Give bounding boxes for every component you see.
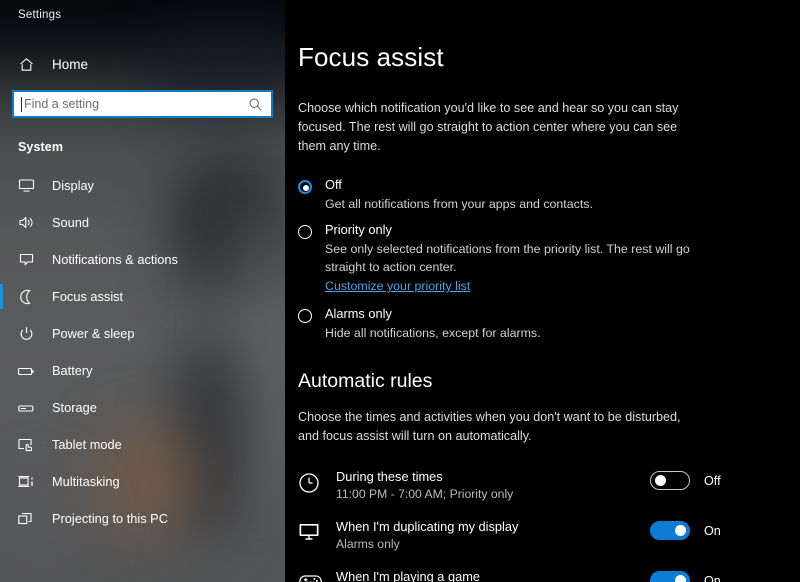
rule-control: Off <box>650 466 800 490</box>
rule-text: When I'm duplicating my display Alarms o… <box>336 516 650 552</box>
text-caret <box>21 96 22 112</box>
radio-description: Get all notifications from your apps and… <box>325 197 593 211</box>
toggle-knob <box>655 475 666 486</box>
power-icon <box>12 326 40 342</box>
sidebar-item-label: Tablet mode <box>52 437 122 452</box>
settings-window: Settings Home Find a setting System Disp… <box>0 0 800 582</box>
sidebar-item-display[interactable]: Display <box>0 167 285 204</box>
radio-option-off[interactable]: Off Get all notifications from your apps… <box>298 177 800 213</box>
rule-title: When I'm duplicating my display <box>336 519 519 534</box>
sidebar-item-label: Power & sleep <box>52 326 135 341</box>
search-container: Find a setting <box>0 81 285 118</box>
radio-description: See only selected notifications from the… <box>325 242 690 274</box>
radio-column <box>298 177 325 213</box>
automatic-rules-list: During these times 11:00 PM - 7:00 AM; P… <box>298 466 800 582</box>
tablet-icon <box>12 437 40 453</box>
monitor-icon <box>12 178 40 193</box>
sidebar-item-sound[interactable]: Sound <box>0 204 285 241</box>
sidebar-item-storage[interactable]: Storage <box>0 389 285 426</box>
sidebar-item-power-sleep[interactable]: Power & sleep <box>0 315 285 352</box>
rule-subtitle: 11:00 PM - 7:00 AM; Priority only <box>336 487 514 501</box>
rule-row-during-these-times[interactable]: During these times 11:00 PM - 7:00 AM; P… <box>298 466 800 516</box>
selection-indicator <box>0 284 3 309</box>
page-description: Choose which notification you'd like to … <box>298 101 679 153</box>
sidebar-item-home[interactable]: Home <box>0 47 285 81</box>
battery-icon <box>12 364 40 378</box>
rule-toggle[interactable] <box>650 571 690 582</box>
radio-body: Priority only See only selected notifica… <box>325 222 800 295</box>
sidebar-item-label: Projecting to this PC <box>52 511 168 526</box>
automatic-rules-title: Automatic rules <box>298 370 433 392</box>
rule-text: When I'm playing a game Priority only <box>336 566 650 582</box>
clock-icon <box>298 466 336 494</box>
notification-icon <box>12 252 40 267</box>
sidebar-item-tablet-mode[interactable]: Tablet mode <box>0 426 285 463</box>
moon-icon <box>12 289 40 305</box>
radio-button[interactable] <box>298 180 312 194</box>
toggle-state-label: On <box>704 573 721 582</box>
rule-title: During these times <box>336 469 443 484</box>
projecting-icon <box>12 511 40 527</box>
home-icon <box>12 56 40 73</box>
speaker-icon <box>12 215 40 230</box>
rule-control: On <box>650 516 800 540</box>
radio-column <box>298 222 325 295</box>
sidebar-item-label: Sound <box>52 215 90 230</box>
toggle-state-label: Off <box>704 473 721 488</box>
radio-label: Priority only <box>325 222 392 237</box>
radio-body: Alarms only Hide all notifications, exce… <box>325 306 800 342</box>
rule-toggle[interactable] <box>650 521 690 540</box>
sidebar-item-label: Multitasking <box>52 474 120 489</box>
window-title: Settings <box>18 9 62 21</box>
rule-subtitle: Alarms only <box>336 537 400 551</box>
radio-description: Hide all notifications, except for alarm… <box>325 326 541 340</box>
sidebar-item-battery[interactable]: Battery <box>0 352 285 389</box>
monitor-icon <box>298 516 336 542</box>
radio-label: Alarms only <box>325 306 392 321</box>
radio-button[interactable] <box>298 225 312 239</box>
sidebar-item-notifications-actions[interactable]: Notifications & actions <box>0 241 285 278</box>
storage-icon <box>12 401 40 415</box>
toggle-knob <box>675 525 686 536</box>
sidebar-item-label: Home <box>52 56 89 72</box>
customize-priority-list-link[interactable]: Customize your priority list <box>325 277 470 295</box>
sidebar-item-label: Storage <box>52 400 97 415</box>
rule-text: During these times 11:00 PM - 7:00 AM; P… <box>336 466 650 502</box>
sidebar: Settings Home Find a setting System Disp… <box>0 0 285 582</box>
radio-body: Off Get all notifications from your apps… <box>325 177 800 213</box>
rule-row-playing-a-game[interactable]: When I'm playing a game Priority only On <box>298 566 800 582</box>
sidebar-group-title: System <box>18 140 64 154</box>
gamepad-icon <box>298 566 336 582</box>
rule-title: When I'm playing a game <box>336 569 480 582</box>
rule-control: On <box>650 566 800 582</box>
page-title: Focus assist <box>298 42 444 72</box>
sidebar-item-label: Notifications & actions <box>52 252 178 267</box>
sidebar-item-projecting-to-this-pc[interactable]: Projecting to this PC <box>0 500 285 537</box>
radio-label: Off <box>325 177 342 192</box>
sidebar-item-multitasking[interactable]: Multitasking <box>0 463 285 500</box>
toggle-state-label: On <box>704 523 721 538</box>
search-placeholder: Find a setting <box>24 97 100 111</box>
sidebar-item-label: Focus assist <box>52 289 124 304</box>
sidebar-item-focus-assist[interactable]: Focus assist <box>0 278 285 315</box>
radio-option-alarms-only[interactable]: Alarms only Hide all notifications, exce… <box>298 306 800 342</box>
rule-row-duplicating-display[interactable]: When I'm duplicating my display Alarms o… <box>298 516 800 566</box>
search-icon[interactable] <box>248 97 263 112</box>
radio-option-priority-only[interactable]: Priority only See only selected notifica… <box>298 222 800 295</box>
sidebar-item-label: Display <box>52 178 94 193</box>
multitasking-icon <box>12 474 40 490</box>
radio-button[interactable] <box>298 309 312 323</box>
automatic-rules-description: Choose the times and activities when you… <box>298 410 681 443</box>
sidebar-item-label: Battery <box>52 363 93 378</box>
main-content: Focus assist Choose which notification y… <box>285 0 800 582</box>
search-input[interactable]: Find a setting <box>12 90 273 118</box>
toggle-knob <box>675 575 686 582</box>
sidebar-nav: Display Sound Notifications & actions Fo… <box>0 167 285 537</box>
rule-toggle[interactable] <box>650 471 690 490</box>
radio-column <box>298 306 325 342</box>
focus-mode-radio-group: Off Get all notifications from your apps… <box>298 177 800 342</box>
